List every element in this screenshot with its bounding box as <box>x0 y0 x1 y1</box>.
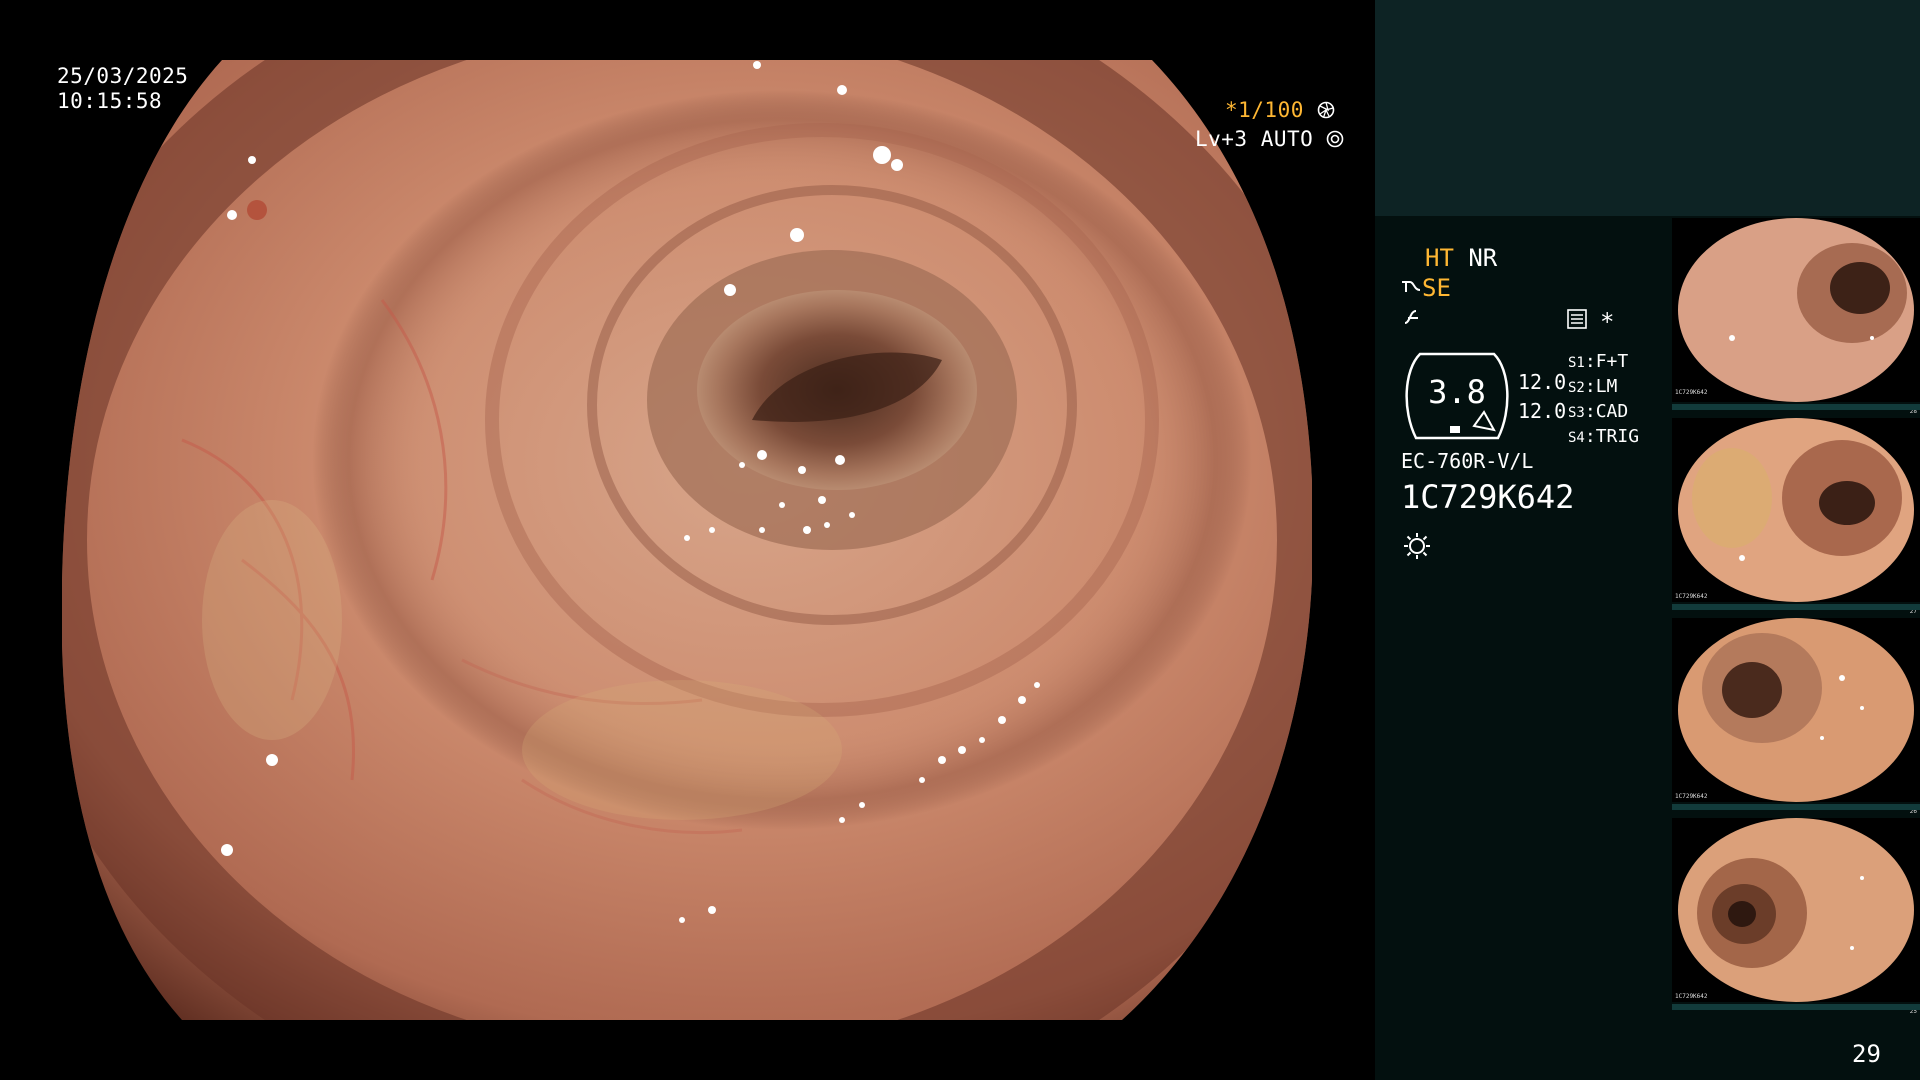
thumbnail-image <box>1672 618 1920 802</box>
magnification-value: 3.8 <box>1428 373 1486 411</box>
thumbnail-image <box>1672 818 1920 1002</box>
thumbnail-bar <box>1672 1004 1920 1010</box>
structure-enhance-icon <box>1400 274 1422 294</box>
switch-value: F+T <box>1595 351 1629 372</box>
aperture-icon <box>1317 100 1335 119</box>
ht-nr-row: HT NR <box>1425 244 1497 272</box>
ht-label: HT <box>1425 244 1454 272</box>
switch-row: S1:F+T <box>1568 351 1629 372</box>
se-row: SE <box>1400 274 1451 302</box>
nr-label: NR <box>1468 244 1498 272</box>
switch-key: S1 <box>1568 355 1585 371</box>
endoscope-viewport: 25/03/2025 10:15:58 *1/100 Lv+3 AUTO <box>0 0 1375 1080</box>
switch-value: LM <box>1595 376 1618 397</box>
iris-icon <box>1326 129 1344 148</box>
thumbnail-bar <box>1672 604 1920 610</box>
thumbnail-serial: 1C729K642 <box>1675 793 1708 800</box>
light-source-icon <box>1402 531 1432 561</box>
switch-list: S1:F+T S2:LM S3:CAD S4:TRIG <box>1568 350 1639 450</box>
switch-key: S3 <box>1568 405 1585 421</box>
switch-value: CAD <box>1595 401 1629 422</box>
scope-model: EC-760R-V/L <box>1401 449 1534 473</box>
color-enhance-icon <box>1402 307 1424 327</box>
shutter-value: *1/100 <box>1225 98 1304 122</box>
thumbnail-serial: 1C729K642 <box>1675 593 1708 600</box>
shutter-speed: *1/100 <box>1225 98 1335 123</box>
capture-thumbnail[interactable]: 1C729K642 28 <box>1672 218 1920 415</box>
thumbnail-image <box>1672 218 1920 402</box>
thumbnail-image <box>1672 418 1920 602</box>
settings-panel-icon <box>1566 308 1588 330</box>
switch-value: TRIG <box>1595 426 1640 447</box>
capture-thumbnail[interactable]: 1C729K642 27 <box>1672 418 1920 615</box>
magnification-badge: 3.8 <box>1400 350 1514 442</box>
thumbnail-serial: 1C729K642 <box>1675 389 1708 396</box>
scope-serial: 1C729K642 <box>1401 478 1575 516</box>
switch-key: S4 <box>1568 430 1585 446</box>
asterisk-indicator: * <box>1600 308 1615 336</box>
value-b: 12.0 <box>1518 399 1567 423</box>
light-level: Lv+3 AUTO <box>1195 127 1344 152</box>
time-label: 10:15:58 <box>57 89 163 113</box>
capture-thumbnail[interactable]: 1C729K642 26 <box>1672 618 1920 815</box>
switch-row: S2:LM <box>1568 376 1618 397</box>
switch-key: S2 <box>1568 380 1585 396</box>
value-a: 12.0 <box>1518 370 1567 394</box>
se-label: SE <box>1422 274 1451 302</box>
level-value: Lv+3 AUTO <box>1195 127 1314 151</box>
page-number: 29 <box>1852 1040 1881 1068</box>
date-label: 25/03/2025 <box>57 64 189 88</box>
panel-header-area <box>1375 0 1920 216</box>
thumbnail-bar <box>1672 404 1920 410</box>
thumbnail-serial: 1C729K642 <box>1675 993 1708 1000</box>
switch-row: S3:CAD <box>1568 401 1629 422</box>
thumbnail-bar <box>1672 804 1920 810</box>
switch-row: S4:TRIG <box>1568 426 1640 447</box>
endoscopic-image <box>62 60 1312 1020</box>
capture-thumbnail[interactable]: 1C729K642 25 <box>1672 818 1920 1015</box>
